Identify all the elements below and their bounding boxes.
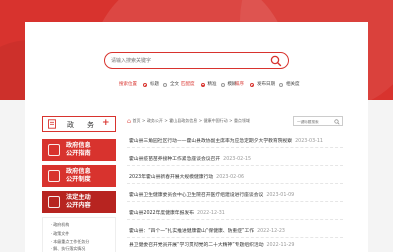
filter-match-fuzzy-radio[interactable] [220, 83, 225, 87]
article-title[interactable]: 霍山县卫生健康委员会中心卫生院召开医疗组建设进行座谈会议 [129, 193, 263, 198]
article-link[interactable]: 霍山县：“四个一”扎实推进健康霍山“保健康、防重症”工作 2022-12-23 [129, 227, 285, 234]
sidebar-subitem[interactable]: 解、执行落实情况 [51, 246, 85, 252]
article-date: 2023-03-11 [295, 139, 323, 144]
article-title[interactable]: 霍山县三角园社区行动——霍山县政协副主席率为应急定期夕大学教育院视察 [129, 139, 292, 144]
sidebar-sub-list: 政府机构 政策文件 本级重点工作任务分 解、执行落实情况 [42, 217, 116, 252]
breadcrumb-separator: > [164, 118, 168, 123]
filter-scope-title-option[interactable]: 标题 [150, 81, 159, 89]
breadcrumb: 首页 > 政务公开 > 霍山县政务信息 > 健康中国行动 > 重点领域 [127, 117, 250, 125]
home-icon [127, 119, 131, 123]
breadcrumb-public-affairs[interactable]: 政务公开 [147, 117, 163, 125]
breadcrumb-health-action[interactable]: 健康中国行动 [204, 117, 228, 125]
document-icon [48, 119, 56, 129]
article-title[interactable]: 县卫健委召开党员开展“学习贯彻党的二十大精神”专题组织活动 [129, 243, 264, 248]
article-link[interactable]: 县卫健委召开党员开展“学习贯彻党的二十大精神”专题组织活动 2022-11-29 [129, 241, 294, 248]
article-date: 2022-11-29 [266, 243, 295, 248]
sidebar-item-label: 政府信息 [66, 142, 91, 149]
site-search-box [293, 116, 343, 126]
sidebar-header: 政 务 + [42, 116, 116, 132]
breadcrumb-separator: > [198, 118, 203, 123]
breadcrumb-county-info[interactable]: 霍山县政务信息 [169, 117, 197, 125]
breadcrumb-home[interactable]: 首页 [133, 117, 141, 125]
site-search-input[interactable] [297, 118, 333, 125]
article-link[interactable]: 霍山县疫苗苗养接种工作紧急座谈会议召开 2023-02-15 [129, 155, 251, 162]
sidebar-item-statutory-content[interactable]: 法定主动 公开内容 [42, 191, 116, 213]
breadcrumb-separator: > [142, 118, 146, 123]
sidebar-subitem[interactable]: 本级重点工作任务分 [51, 239, 89, 245]
article-date: 2022-12-31 [196, 211, 225, 216]
article-date: 2022-12-23 [257, 229, 285, 234]
sidebar-item-label: 政府信息 [66, 168, 91, 175]
article-link[interactable]: 霍山县卫生健康委员会中心卫生院召开医疗组建设进行座谈会议 2023-01-09 [129, 191, 294, 198]
article-date: 2023-02-15 [223, 157, 252, 162]
list-item: 霍山县三角园社区行动——霍山县政协副主席率为应急定期夕大学教育院视察 2023-0… [127, 132, 343, 148]
filter-match-exact-option[interactable]: 精准 [208, 81, 217, 89]
sidebar-item-disclosure-guide[interactable]: 政府信息 公开指南 [42, 139, 116, 161]
content-icon [48, 196, 60, 208]
list-item: 2023年霍山县新春开展大规模健康行动 2023-02-06 [127, 168, 343, 184]
filter-scope-label: 搜索位置 [119, 82, 137, 87]
article-title[interactable]: 霍山县2022年度健康年报发布 [129, 211, 194, 216]
filter-sort: 排序 发布日期 相关度 [235, 81, 300, 89]
article-date: 2023-02-06 [216, 175, 245, 180]
filter-sort-relevance-option[interactable]: 相关度 [286, 81, 300, 89]
sidebar-item-label: 公开指南 [66, 150, 91, 157]
filter-match: 匹配度 精准 模糊 [181, 81, 237, 89]
article-link[interactable]: 2023年霍山县新春开展大规模健康行动 2023-02-06 [129, 173, 244, 180]
article-title[interactable]: 2023年霍山县新春开展大规模健康行动 [129, 175, 213, 180]
expand-button[interactable]: + [102, 118, 110, 128]
sidebar-header-label: 务 [87, 121, 94, 129]
filter-scope: 搜索位置 标题 全文 [119, 81, 179, 89]
filter-match-exact-radio[interactable] [200, 83, 205, 87]
search-icon[interactable] [270, 55, 282, 67]
sidebar-item-label: 公开制度 [66, 176, 91, 183]
filter-sort-relevance-radio[interactable] [279, 83, 283, 87]
filter-scope-fulltext-option[interactable]: 全文 [170, 81, 179, 89]
filter-match-label: 匹配度 [181, 82, 195, 87]
sidebar-subitem[interactable]: 政府机构 [51, 222, 69, 228]
article-date: 2023-01-09 [266, 193, 295, 198]
breadcrumb-key-areas[interactable]: 重点领域 [234, 117, 250, 125]
filter-scope-fulltext-radio[interactable] [163, 83, 167, 87]
list-item: 霍山县疫苗苗养接种工作紧急座谈会议召开 2023-02-15 [127, 150, 343, 166]
filter-sort-date-radio[interactable] [250, 83, 254, 87]
system-icon [48, 170, 60, 182]
article-title[interactable]: 霍山县：“四个一”扎实推进健康霍山“保健康、防重症”工作 [129, 229, 254, 234]
list-item: 霍山县卫生健康委员会中心卫生院召开医疗组建设进行座谈会议 2023-01-09 [127, 186, 343, 202]
sidebar-subitem[interactable]: 政策文件 [51, 231, 69, 237]
article-title[interactable]: 霍山县疫苗苗养接种工作紧急座谈会议召开 [129, 157, 220, 162]
article-link[interactable]: 霍山县2022年度健康年报发布 2022-12-31 [129, 209, 225, 216]
sidebar-header-label: 政 [67, 121, 74, 129]
breadcrumb-separator: > [229, 118, 233, 123]
search-box [104, 52, 289, 69]
search-input[interactable] [111, 55, 261, 67]
filter-sort-label: 排序 [235, 82, 244, 87]
list-item: 县卫健委召开党员开展“学习贯彻党的二十大精神”专题组织活动 2022-11-29 [127, 236, 343, 252]
sidebar-item-disclosure-system[interactable]: 政府信息 公开制度 [42, 165, 116, 187]
search-icon[interactable] [334, 118, 340, 125]
article-link[interactable]: 霍山县三角园社区行动——霍山县政协副主席率为应急定期夕大学教育院视察 2023-0… [129, 137, 323, 144]
list-item: 霍山县2022年度健康年报发布 2022-12-31 [127, 204, 343, 220]
sidebar-item-label: 公开内容 [66, 202, 91, 209]
filter-scope-title-radio[interactable] [143, 83, 147, 87]
filter-sort-date-option[interactable]: 发布日期 [257, 81, 275, 89]
sidebar-item-label: 法定主动 [66, 194, 91, 201]
guide-icon [48, 144, 60, 156]
